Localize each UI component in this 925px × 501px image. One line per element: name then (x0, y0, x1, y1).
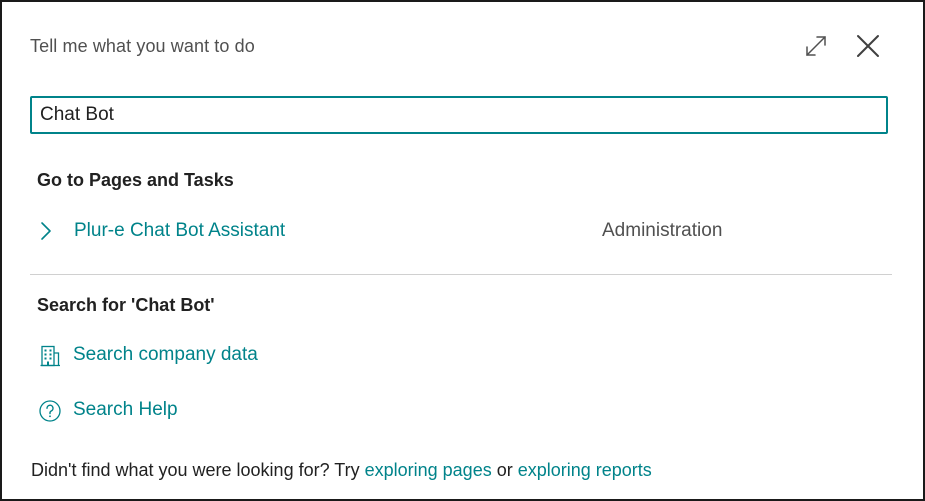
result-category: Administration (602, 220, 723, 241)
chevron-right-icon (41, 222, 51, 240)
dialog-title: Tell me what you want to do (30, 36, 255, 56)
tell-me-dialog: Tell me what you want to do Go to Pages … (0, 0, 925, 501)
help-icon (39, 400, 61, 422)
result-link[interactable]: Plur-e Chat Bot Assistant (74, 220, 285, 242)
footer-middle: or (491, 460, 518, 480)
expand-icon (806, 36, 826, 56)
exploring-reports-link[interactable]: exploring reports (518, 460, 652, 480)
expand-button[interactable] (802, 32, 830, 60)
result-row[interactable]: Plur-e Chat Bot Assistant Administration (30, 214, 888, 248)
search-input[interactable] (30, 96, 888, 134)
pages-section-heading: Go to Pages and Tasks (37, 170, 234, 190)
footer-prefix: Didn't find what you were looking for? T… (31, 460, 365, 480)
exploring-pages-link[interactable]: exploring pages (365, 460, 492, 480)
close-icon (857, 35, 879, 57)
section-divider (30, 274, 892, 275)
close-button[interactable] (852, 30, 884, 62)
search-company-data-label[interactable]: Search company data (73, 344, 258, 366)
search-section-heading: Search for 'Chat Bot' (37, 295, 215, 315)
footer-text: Didn't find what you were looking for? T… (31, 460, 652, 481)
building-icon (40, 345, 60, 367)
search-help-label[interactable]: Search Help (73, 399, 178, 421)
